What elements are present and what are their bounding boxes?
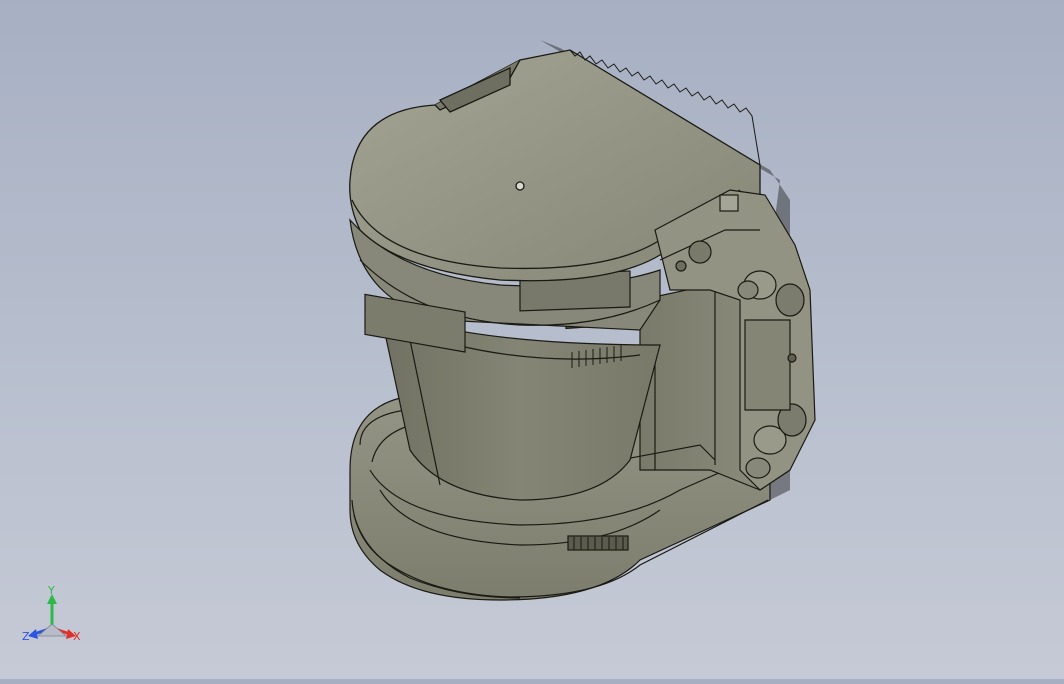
vent-slots-lower <box>567 535 629 551</box>
z-axis-label: Z <box>22 630 30 643</box>
axis-triad: Y X Z <box>22 584 81 643</box>
y-axis-label: Y <box>47 584 55 597</box>
y-axis-arrow: Y <box>47 584 57 628</box>
graphics-viewport[interactable]: Y X Z <box>0 0 1064 679</box>
x-axis-label: X <box>73 630 81 643</box>
cad-model-view[interactable] <box>0 0 1064 679</box>
center-hole <box>515 181 525 191</box>
